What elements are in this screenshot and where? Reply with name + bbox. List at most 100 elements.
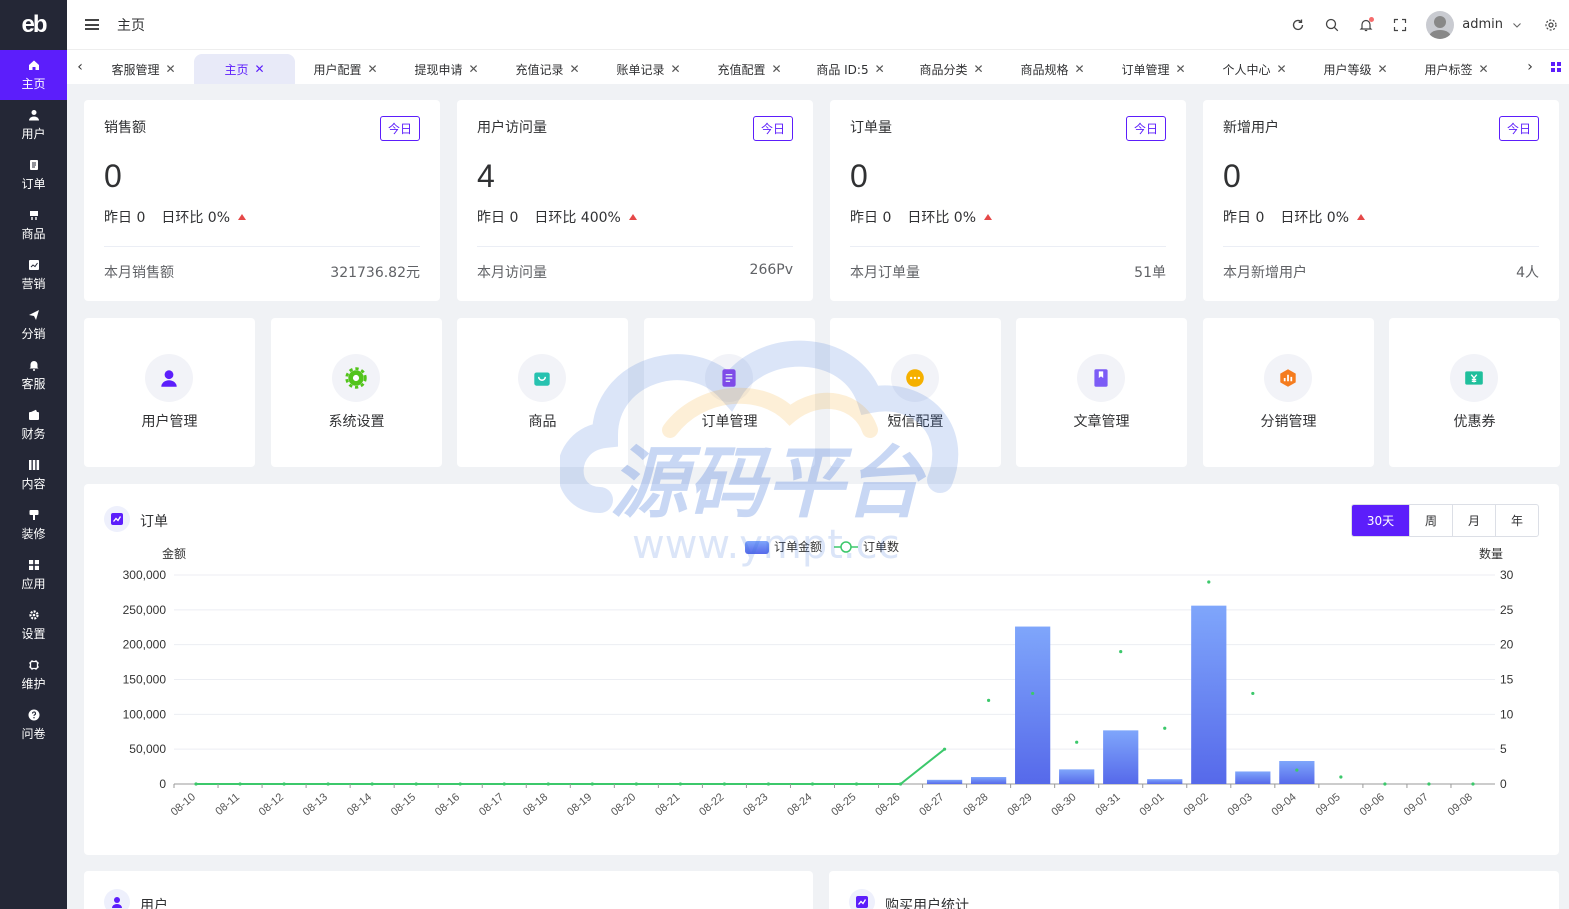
tab-9[interactable]: 商品规格 ✕ — [1002, 54, 1103, 84]
tab-11[interactable]: 个人中心 ✕ — [1204, 54, 1305, 84]
sidebar-item-0[interactable]: 主页 — [0, 50, 67, 100]
sidebar-item-label: 主页 — [21, 76, 46, 91]
period-badge[interactable]: 今日 — [379, 116, 420, 141]
sidebar-item-4[interactable]: 营销 — [0, 250, 67, 300]
sidebar-item-11[interactable]: 设置 — [0, 600, 67, 650]
sidebar-item-10[interactable]: 应用 — [0, 550, 67, 600]
sidebar-item-8[interactable]: 内容 — [0, 450, 67, 500]
tab-close-icon[interactable]: ✕ — [367, 62, 377, 76]
line-point — [1163, 726, 1167, 730]
quick-link-card[interactable]: 系统设置 — [271, 318, 442, 467]
quick-link-card[interactable]: 优惠券 — [1389, 318, 1560, 467]
stat-title: 订单量 — [850, 120, 892, 136]
tab-14[interactable]: 用 — [1507, 54, 1517, 84]
notification-bell-icon[interactable] — [1358, 16, 1375, 33]
sidebar-item-9[interactable]: 装修 — [0, 500, 67, 550]
sidebar-item-13[interactable]: 问卷 — [0, 700, 67, 750]
tab-8[interactable]: 商品分类 ✕ — [901, 54, 1002, 84]
tab-close-icon[interactable]: ✕ — [254, 62, 264, 76]
tab-10[interactable]: 订单管理 ✕ — [1103, 54, 1204, 84]
quick-link-card[interactable]: 订单管理 — [644, 318, 815, 467]
day-ratio: 日环比 0% — [1280, 210, 1350, 226]
x-tick-label: 08-22 — [697, 791, 726, 818]
sidebar-item-7[interactable]: 财务 — [0, 400, 67, 450]
quick-link-card[interactable]: 商品 — [457, 318, 628, 467]
tab-close-icon[interactable]: ✕ — [468, 62, 478, 76]
order-chart: 0 50,000 100,000 150,000 200,000 250,000 300,0… — [123, 539, 1514, 818]
username[interactable]: admin — [1462, 17, 1503, 32]
tab-close-icon[interactable]: ✕ — [875, 62, 885, 76]
quick-link-label: 用户管理 — [141, 414, 198, 430]
avatar[interactable] — [1426, 10, 1455, 39]
sidebar-item-3[interactable]: 商品 — [0, 200, 67, 250]
tab-13[interactable]: 用户标签 ✕ — [1406, 54, 1507, 84]
x-tick-label: 08-29 — [1005, 791, 1034, 818]
line-point — [1295, 768, 1299, 772]
tab-label: 商品分类 — [919, 62, 968, 77]
sidebar-item-12[interactable]: 维护 — [0, 650, 67, 700]
search-icon[interactable] — [1324, 17, 1340, 33]
tab-close-icon[interactable]: ✕ — [1478, 62, 1488, 76]
x-tick-label: 08-15 — [389, 791, 418, 818]
x-tick-label: 08-24 — [785, 791, 814, 818]
quick-link-card[interactable]: 文章管理 — [1016, 318, 1187, 467]
line-point — [942, 747, 947, 751]
tab-label: 用户配置 — [313, 62, 362, 77]
tab-close-icon[interactable]: ✕ — [670, 62, 680, 76]
user-icon — [28, 109, 40, 121]
coupon-icon — [1450, 354, 1498, 402]
sidebar-item-5[interactable]: 分销 — [0, 300, 67, 350]
tab-7[interactable]: 商品 ID:5 ✕ — [800, 54, 901, 84]
tab-close-icon[interactable]: ✕ — [973, 62, 983, 76]
tab-4[interactable]: 充值记录 ✕ — [497, 54, 598, 84]
top-header: 主页 admin — [67, 0, 1569, 50]
sidebar-nav: 主页用户 订单 商品 营销 分销 客服 财务 内容 装修 应用 设置 维护 问卷 — [0, 50, 67, 750]
sidebar-item-1[interactable]: 用户 — [0, 100, 67, 150]
tab-3[interactable]: 提现申请 ✕ — [396, 54, 497, 84]
tab-2[interactable]: 用户配置 ✕ — [295, 54, 396, 84]
period-badge[interactable]: 今日 — [1125, 116, 1166, 141]
line-point — [634, 782, 638, 786]
refresh-icon[interactable] — [1290, 17, 1306, 33]
trend-up-icon — [984, 214, 993, 220]
x-tick-label: 08-25 — [829, 791, 858, 818]
line-point — [1031, 691, 1035, 696]
quick-link-card[interactable]: 短信配置 — [830, 318, 1001, 467]
line-point — [854, 782, 859, 786]
sidebar-item-6[interactable]: 客服 — [0, 350, 67, 400]
tab-close-icon[interactable]: ✕ — [1074, 62, 1084, 76]
tab-close-icon[interactable]: ✕ — [1276, 62, 1286, 76]
tab-6[interactable]: 充值配置 ✕ — [699, 54, 800, 84]
tab-close-icon[interactable]: ✕ — [165, 62, 175, 76]
tab-close-icon[interactable]: ✕ — [1175, 62, 1185, 76]
quick-link-card[interactable]: 用户管理 — [84, 318, 255, 467]
tab-scroll-left-icon[interactable]: ‹ — [67, 50, 93, 84]
tab-1[interactable]: 主页 ✕ — [194, 54, 295, 84]
stat-compare: 昨日 0 日环比 0% — [104, 207, 247, 227]
tab-close-icon[interactable]: ✕ — [771, 62, 781, 76]
bar — [971, 777, 1007, 784]
marketing-icon — [28, 259, 40, 271]
tab-close-icon[interactable]: ✕ — [1377, 62, 1387, 76]
tab-12[interactable]: 用户等级 ✕ — [1305, 54, 1406, 84]
content-icon — [28, 459, 40, 471]
quick-link-card[interactable]: 分销管理 — [1203, 318, 1374, 467]
period-badge[interactable]: 今日 — [1498, 116, 1539, 141]
bar — [1059, 769, 1095, 784]
tab-close-icon[interactable]: ✕ — [569, 62, 579, 76]
y-tick-left: 50,000 — [129, 742, 166, 756]
app-logo[interactable]: eb — [0, 0, 67, 50]
menu-toggle-icon[interactable] — [85, 19, 99, 30]
tab-5[interactable]: 账单记录 ✕ — [598, 54, 699, 84]
chevron-down-icon[interactable] — [1509, 17, 1525, 33]
tab-menu-icon[interactable] — [1543, 50, 1569, 84]
sidebar-item-2[interactable]: 订单 — [0, 150, 67, 200]
tab-scroll-right-icon[interactable]: › — [1517, 50, 1543, 84]
stat-value: 0 — [104, 158, 122, 194]
period-badge[interactable]: 今日 — [752, 116, 793, 141]
tab-0[interactable]: 客服管理 ✕ — [93, 54, 194, 84]
gear-icon[interactable] — [1543, 17, 1559, 33]
fullscreen-icon[interactable] — [1392, 17, 1408, 33]
goods-icon — [28, 209, 40, 221]
stat-card: 订单量 今日 0 昨日 0 日环比 0% 本月订单量 51单 — [830, 100, 1186, 301]
